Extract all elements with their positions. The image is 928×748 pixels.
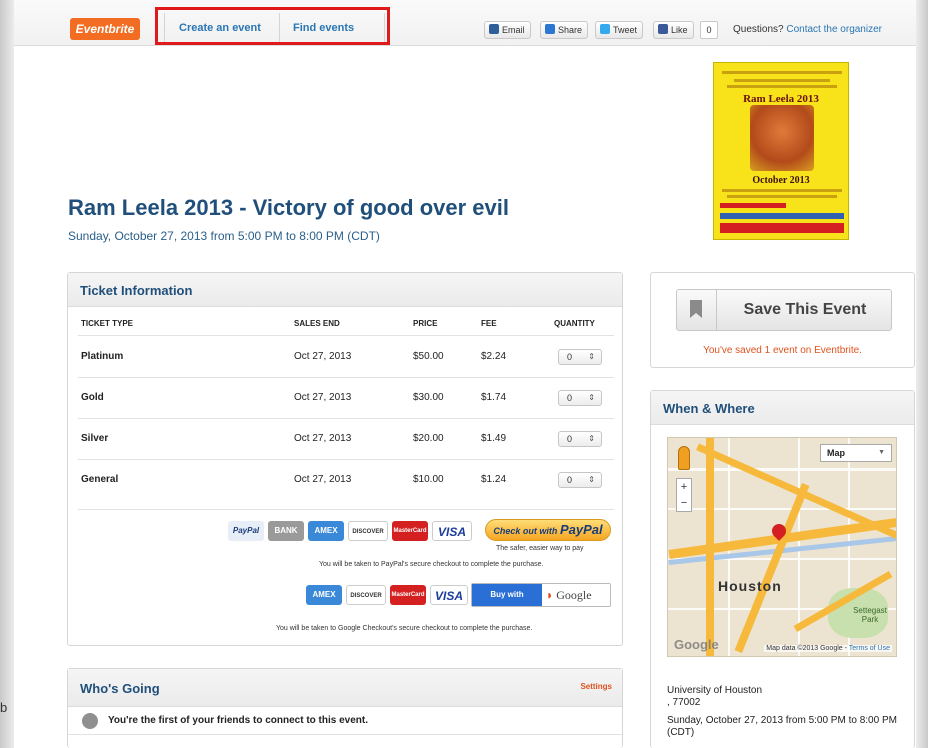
friends-row: You're the first of your friends to conn… xyxy=(68,707,622,735)
zoom-out-icon[interactable]: − xyxy=(677,495,691,511)
venue-datetime: Sunday, October 27, 2013 from 5:00 PM to… xyxy=(667,715,897,738)
column-header: PRICE xyxy=(413,319,438,328)
terms-of-use-link[interactable]: Terms of Use xyxy=(849,645,890,652)
eventbrite-logo[interactable]: Eventbrite xyxy=(70,18,140,40)
ticket-fee: $2.24 xyxy=(481,351,507,362)
event-page: Eventbrite Create an event Find events E… xyxy=(14,0,916,748)
ticket-fee: $1.49 xyxy=(481,433,507,444)
poster-artwork xyxy=(750,105,814,171)
visa-card-icon: VISA xyxy=(432,521,472,541)
visa-card-icon: VISA xyxy=(430,585,468,605)
facebook-like-button[interactable]: Like xyxy=(653,21,694,39)
share-icon xyxy=(545,24,555,34)
zoom-in-icon[interactable]: + xyxy=(677,479,691,495)
friends-icon xyxy=(82,713,98,729)
venue-zip: , 77002 xyxy=(667,697,701,708)
stepper-arrows-icon: ⇕ xyxy=(588,393,595,402)
stepper-arrows-icon: ⇕ xyxy=(588,434,595,443)
column-header: QUANTITY xyxy=(554,319,595,328)
map-city-label: Houston xyxy=(718,578,782,594)
bank-card-icon: BANK xyxy=(268,521,304,541)
twitter-bird-icon xyxy=(600,24,610,34)
sales-end: Oct 27, 2013 xyxy=(294,474,352,485)
google-logo: Google xyxy=(674,637,719,652)
sales-end: Oct 27, 2013 xyxy=(294,433,352,444)
quantity-select[interactable]: 0 ⇕ xyxy=(558,349,602,365)
quantity-select[interactable]: 0 ⇕ xyxy=(558,472,602,488)
saved-events-note: You've saved 1 event on Eventbrite. xyxy=(703,345,862,356)
google-wallet-icon: ◗ xyxy=(546,588,554,602)
quantity-select[interactable]: 0 ⇕ xyxy=(558,431,602,447)
envelope-icon xyxy=(489,24,499,34)
discover-card-icon: DISCOVER xyxy=(348,521,388,541)
save-event-panel: Save This Event You've saved 1 event on … xyxy=(650,272,915,368)
ticket-type: Platinum xyxy=(81,351,124,362)
sales-end: Oct 27, 2013 xyxy=(294,351,352,362)
mastercard-icon: MasterCard xyxy=(390,585,426,605)
ticket-price: $10.00 xyxy=(413,474,444,485)
ticket-information-panel: Ticket Information TICKET TYPE SALES END… xyxy=(67,272,623,646)
amex-card-icon: AMEX xyxy=(308,521,344,541)
location-map[interactable]: Houston Settegast Park + − Map ▼ Google Ma… xyxy=(667,437,897,657)
page-gutter-right xyxy=(916,0,928,748)
map-park-label: Settegast Park xyxy=(853,606,887,624)
ticket-type: Silver xyxy=(81,433,109,444)
quantity-select[interactable]: 0 ⇕ xyxy=(558,390,602,406)
ticket-price: $50.00 xyxy=(413,351,444,362)
poster-date: October 2013 xyxy=(752,175,810,186)
contact-organizer-link[interactable]: Contact the organizer xyxy=(786,24,882,35)
amex-card-icon: AMEX xyxy=(306,585,342,605)
column-header: FEE xyxy=(481,319,497,328)
ticket-price: $30.00 xyxy=(413,392,444,403)
venue-name: University of Houston xyxy=(667,685,763,696)
paypal-note: You will be taken to PayPal's secure che… xyxy=(319,561,544,568)
event-title: Ram Leela 2013 - Victory of good over ev… xyxy=(68,195,509,220)
column-header: TICKET TYPE xyxy=(81,319,134,328)
map-type-select[interactable]: Map ▼ xyxy=(820,444,892,462)
paypal-tagline: The safer, easier way to pay xyxy=(496,545,584,552)
bookmark-icon xyxy=(677,290,717,330)
column-header: SALES END xyxy=(294,319,340,328)
tweet-button[interactable]: Tweet xyxy=(595,21,644,39)
mastercard-icon: MasterCard xyxy=(392,521,428,541)
friends-note: You're the first of your friends to conn… xyxy=(108,715,368,726)
event-date: Sunday, October 27, 2013 from 5:00 PM to… xyxy=(68,229,380,243)
event-poster-image: Ram Leela 2013 October 2013 xyxy=(713,62,849,240)
stepper-arrows-icon: ⇕ xyxy=(588,352,595,361)
page-gutter-left xyxy=(0,0,14,748)
ticket-fee: $1.74 xyxy=(481,392,507,403)
email-share-button[interactable]: Email xyxy=(484,21,531,39)
ticket-price: $20.00 xyxy=(413,433,444,444)
map-attribution: Map data ©2013 Google - Terms of Use xyxy=(764,645,892,652)
settings-link[interactable]: Settings xyxy=(580,682,612,691)
sales-end: Oct 27, 2013 xyxy=(294,392,352,403)
facebook-icon xyxy=(658,24,668,34)
map-zoom-control[interactable]: + − xyxy=(676,478,692,512)
share-button[interactable]: Share xyxy=(540,21,589,39)
ticket-type: General xyxy=(81,474,119,485)
save-this-event-button[interactable]: Save This Event xyxy=(676,289,892,331)
nav-highlight-box xyxy=(155,7,390,45)
ticket-type: Gold xyxy=(81,392,104,403)
street-view-pegman-icon[interactable] xyxy=(678,446,690,470)
paypal-checkout-button[interactable]: Check out with PayPal xyxy=(485,519,611,541)
when-where-heading: When & Where xyxy=(651,391,914,425)
when-where-panel: When & Where Houston Settegast Park + − M… xyxy=(650,390,915,748)
paypal-card-icon: PayPal xyxy=(228,521,264,541)
chevron-down-icon: ▼ xyxy=(878,449,885,456)
discover-card-icon: DISCOVER xyxy=(346,585,386,605)
like-count: 0 xyxy=(700,21,718,39)
stepper-arrows-icon: ⇕ xyxy=(588,475,595,484)
whos-going-panel: Who's Going Settings You're the first of… xyxy=(67,668,623,748)
ticket-fee: $1.24 xyxy=(481,474,507,485)
stray-text: b xyxy=(0,700,8,715)
google-checkout-button[interactable]: Buy with ◗ Google xyxy=(471,583,611,607)
questions-text: Questions? Contact the organizer xyxy=(733,24,882,35)
top-bar: Eventbrite Create an event Find events E… xyxy=(14,0,916,46)
ticket-information-heading: Ticket Information xyxy=(68,273,622,307)
poster-title: Ram Leela 2013 xyxy=(743,93,819,105)
whos-going-heading: Who's Going xyxy=(68,669,622,707)
google-note: You will be taken to Google Checkout's s… xyxy=(276,625,533,632)
